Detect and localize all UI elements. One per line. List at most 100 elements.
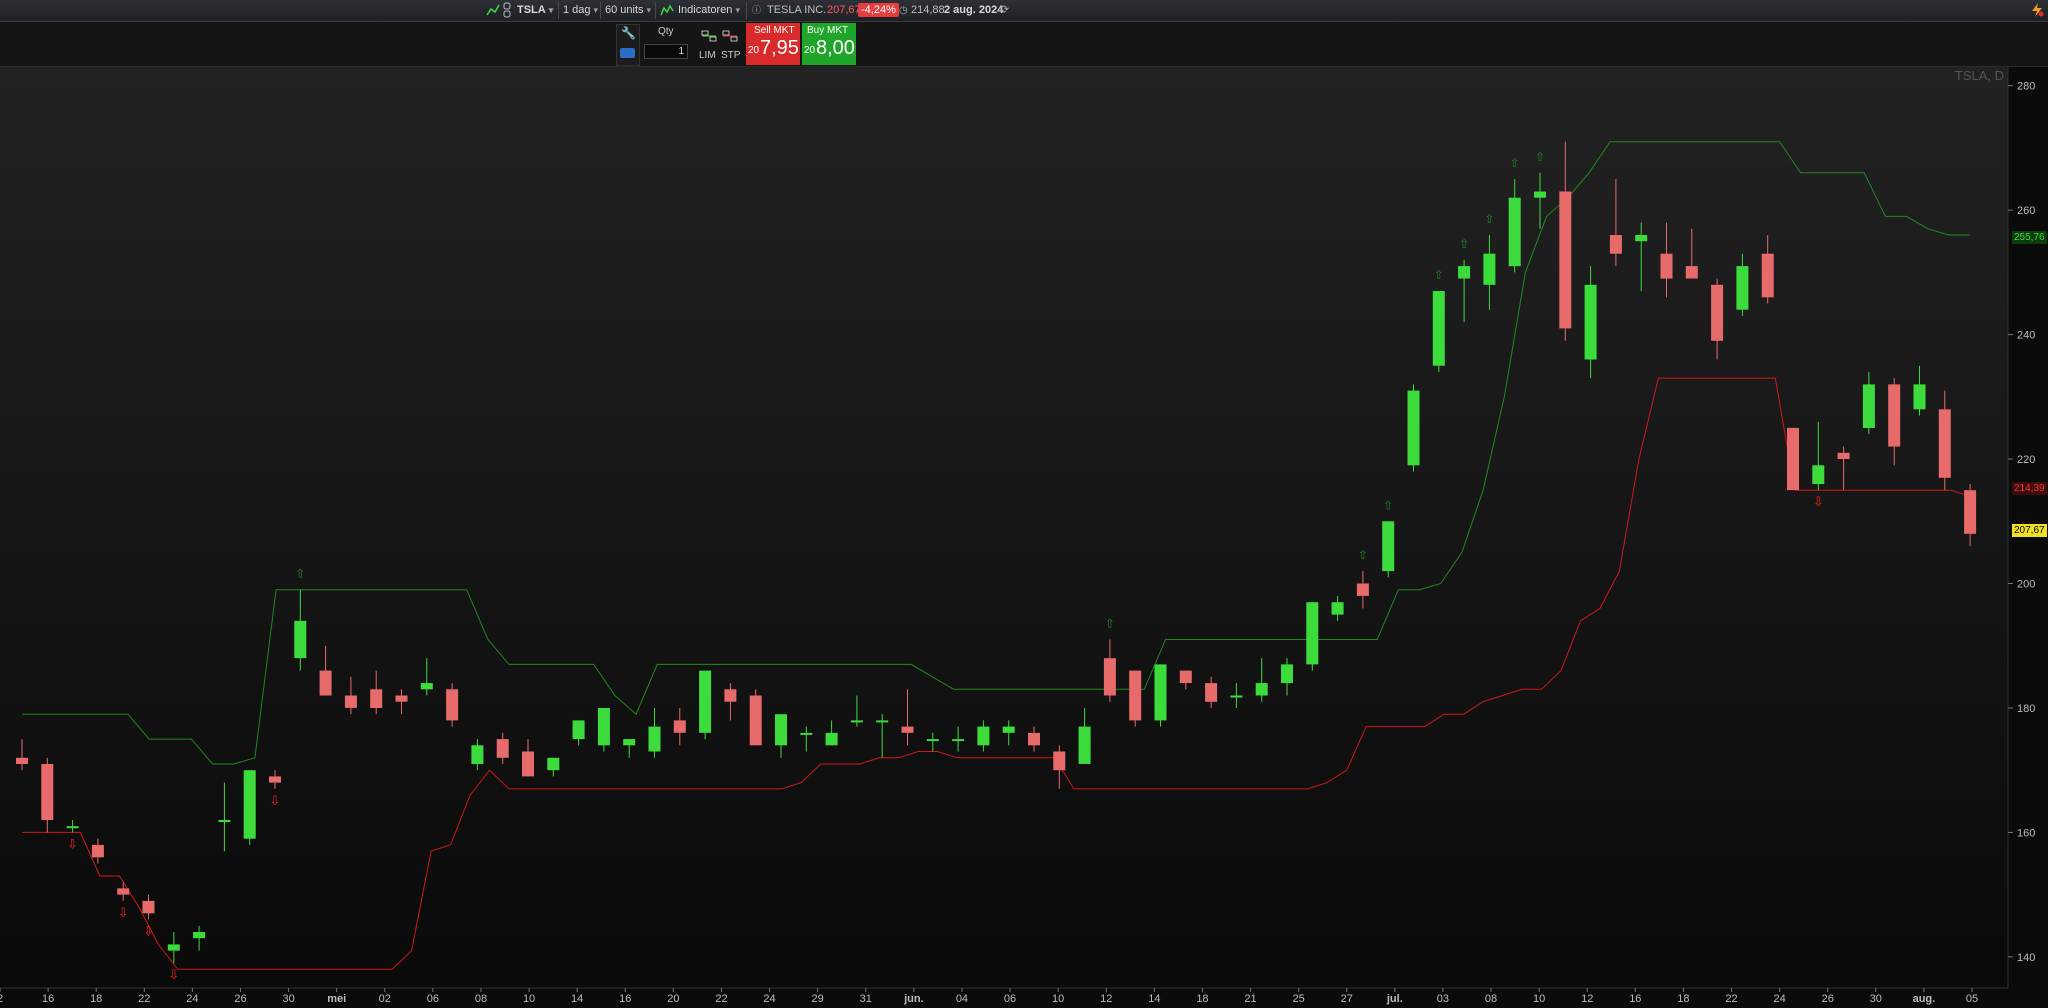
x-tick-label: 25 (1293, 993, 1305, 1005)
order-type-box: LIM STP (698, 24, 744, 64)
candle-body (1382, 521, 1395, 572)
buy-signal-arrow: ⇧ (1510, 156, 1520, 170)
x-tick-label: 24 (763, 993, 775, 1005)
candle-body (1761, 253, 1774, 298)
indicators-icon[interactable] (660, 0, 674, 21)
candle-body (1736, 266, 1749, 310)
price-chart[interactable]: ⇧ ⇧ ⇧ ⇧ ⇧ ⇧ ⇧ ⇧ ⇧ ⇩ ⇩ ⇩ ⇩ ⇩ ⇩ 280 260 240 220 200 180 160 140… (0, 67, 2048, 1008)
change-badge: -4,24% (858, 3, 899, 17)
chart-symbol-label: TSLA, D (1954, 68, 2004, 83)
buy-signal-arrow: ⇧ (1459, 237, 1469, 251)
x-tick-label: 03 (1437, 993, 1449, 1005)
sell-price: 7,95 (760, 37, 799, 59)
candle-body (876, 720, 889, 723)
buy-price: 8,00 (816, 37, 855, 59)
candle-body (16, 757, 28, 764)
candle-body (1356, 583, 1369, 596)
candle-body (952, 739, 965, 742)
candle-body (1888, 384, 1901, 447)
candle-body (66, 826, 79, 829)
sell-signal-arrow: ⇩ (1813, 495, 1824, 510)
buy-signal-arrow: ⇧ (1434, 268, 1444, 282)
timeframe-selector[interactable]: 1 dag (563, 0, 598, 21)
y-tick-label: 280 (2017, 81, 2035, 93)
candle-body (1635, 235, 1648, 242)
x-tick-label: 18 (1196, 993, 1208, 1005)
buy-mkt-button[interactable]: Buy MKT 20 8,00 (802, 23, 856, 65)
x-tick-label: 26 (234, 993, 246, 1005)
lim-label[interactable]: LIM (699, 50, 716, 61)
sell-mkt-button[interactable]: Sell MKT 20 7,95 (746, 23, 800, 65)
candle-body (91, 844, 104, 858)
x-tick-label: 16 (1629, 993, 1641, 1005)
qty-input[interactable] (644, 44, 688, 59)
buy-signal-arrow: ⇧ (1358, 548, 1368, 562)
stop-order-icon[interactable] (722, 29, 738, 47)
candle-body (1609, 235, 1622, 254)
candle-body (269, 776, 281, 783)
x-tick-label: 18 (90, 993, 102, 1005)
candle-body (1913, 384, 1926, 410)
candle-body (1534, 191, 1546, 198)
candle-body (977, 726, 990, 746)
limit-order-icon[interactable] (701, 29, 717, 47)
x-tick-label: 24 (1773, 993, 1785, 1005)
candle-body (1205, 683, 1218, 702)
candle-body (1862, 384, 1875, 428)
sell-signal-arrow: ⇩ (168, 968, 179, 983)
x-tick-label: 21 (1244, 993, 1256, 1005)
candle-body (1964, 490, 1977, 534)
order-bar: 🔧 Qty LIM STP Sell MKT 20 7,95 Buy MKT 2… (0, 22, 2048, 67)
candle-body (218, 820, 231, 822)
x-tick-label: 30 (282, 993, 294, 1005)
candle-body (1331, 602, 1344, 615)
last-price: 207,67 (827, 4, 861, 16)
info-icon[interactable]: ⓘ (752, 0, 761, 21)
x-tick-label: 22 (1725, 993, 1737, 1005)
chart-canvas[interactable]: ⇧⇧⇧⇧⇧⇧⇧⇧ ⇧⇩⇩⇩⇩⇩⇩ 280260240220200180160140… (0, 67, 2048, 1008)
candle-body (1230, 695, 1243, 698)
candle-body (749, 695, 762, 746)
chart-type-icon[interactable] (486, 0, 500, 21)
y-tick-label: 140 (2017, 952, 2035, 964)
candle-body (1028, 732, 1040, 746)
sell-price-prefix: 20 (748, 45, 760, 56)
y-tick-label: 160 (2017, 827, 2035, 839)
candle-body (1837, 452, 1850, 459)
x-tick-label: 18 (1677, 993, 1689, 1005)
candle-body (41, 764, 54, 820)
sell-signal-arrow: ⇩ (143, 925, 154, 940)
x-tick-label: 16 (619, 993, 631, 1005)
x-tick-label: 04 (956, 993, 968, 1005)
candle-body (193, 932, 206, 939)
sell-signal-arrow: ⇩ (67, 837, 78, 852)
sell-signal-arrow: ⇩ (118, 906, 129, 921)
x-tick-label: 29 (812, 993, 824, 1005)
sell-label: Sell MKT (754, 25, 795, 36)
lower-band-price-tag: 214,39 (2012, 482, 2047, 495)
x-tick-label: 16 (42, 993, 54, 1005)
candle-body (1255, 683, 1268, 696)
buy-signal-arrow: ⇧ (1105, 617, 1115, 631)
units-selector[interactable]: 60 units (605, 0, 651, 21)
date-label: 2 aug. 2024 (944, 4, 1004, 16)
sell-signal-arrow: ⇩ (270, 794, 281, 809)
wrench-icon[interactable]: 🔧 (621, 26, 636, 40)
connection-status-icon[interactable] (2030, 0, 2044, 21)
keyboard-icon[interactable] (620, 48, 635, 58)
x-tick-label: 27 (1341, 993, 1353, 1005)
indicators-button[interactable]: Indicatoren (678, 0, 740, 21)
candle-body (699, 670, 712, 733)
x-tick-label: 26 (1822, 993, 1834, 1005)
clock-icon: ◷ (899, 5, 908, 16)
candle-body (800, 732, 813, 735)
y-tick-label: 220 (2017, 454, 2035, 466)
link-icon[interactable] (502, 0, 512, 21)
symbol-selector[interactable]: TSLA (517, 0, 553, 21)
candle-body (901, 726, 914, 733)
buy-label: Buy MKT (807, 25, 849, 36)
refresh-icon[interactable]: ⟳ (1000, 0, 1009, 21)
candle-body (648, 726, 661, 752)
y-tick-label: 200 (2017, 579, 2035, 591)
stp-label[interactable]: STP (721, 50, 740, 61)
